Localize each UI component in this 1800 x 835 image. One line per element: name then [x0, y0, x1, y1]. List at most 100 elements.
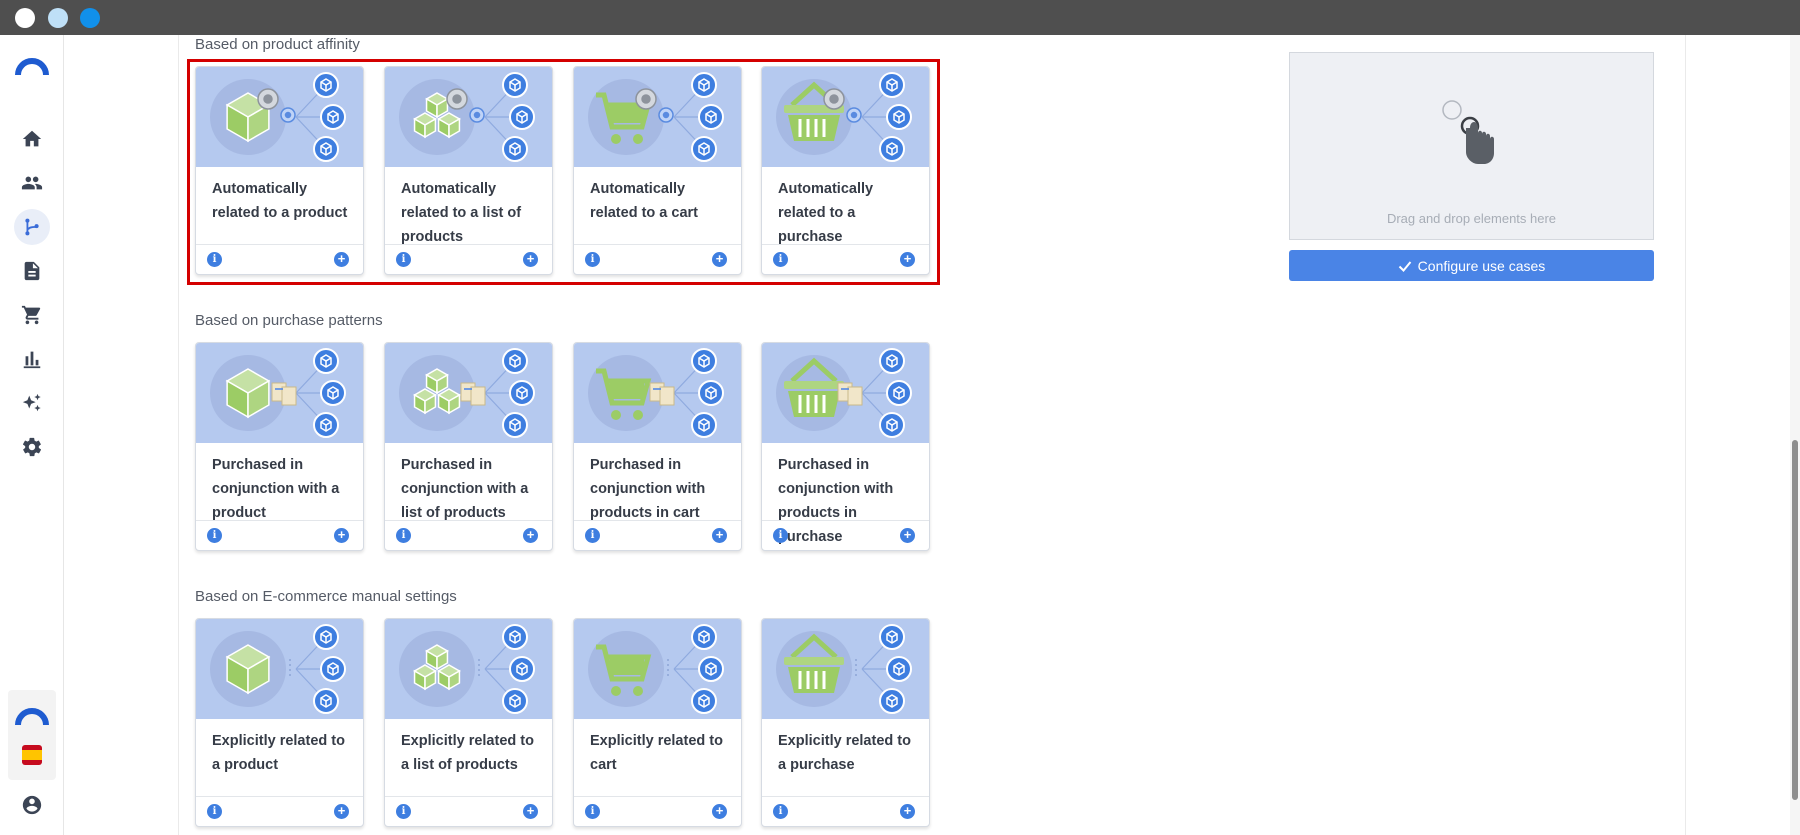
add-icon[interactable]: +	[334, 528, 349, 543]
add-icon[interactable]: +	[523, 804, 538, 819]
card-illustration	[399, 624, 535, 714]
configure-button-label: Configure use cases	[1417, 257, 1546, 274]
card-image	[196, 619, 363, 719]
cube-node-icon	[886, 656, 912, 682]
sidebar-bottom-panel	[8, 690, 56, 780]
card-illustration	[399, 348, 535, 438]
bar-chart-icon	[23, 351, 41, 369]
use-case-card[interactable]: Purchased in conjunction with products i…	[573, 342, 742, 551]
card-illustration	[776, 348, 912, 438]
info-icon[interactable]: i	[207, 528, 222, 543]
cube-node-icon	[509, 656, 535, 682]
card-footer: i +	[385, 520, 552, 550]
cube-node-icon	[313, 412, 339, 438]
cube-node-icon	[879, 412, 905, 438]
people-icon	[21, 176, 43, 190]
sidebar-item-analytics[interactable]	[14, 341, 50, 377]
add-icon[interactable]: +	[334, 804, 349, 819]
cube-node-icon	[691, 412, 717, 438]
card-illustration	[588, 348, 724, 438]
card-title: Purchased in conjunction with a list of …	[401, 457, 529, 521]
cube-node-icon	[320, 656, 346, 682]
scrollbar-thumb[interactable]	[1792, 440, 1798, 800]
card-title: Explicitly related to a product	[212, 733, 345, 773]
cube-node-icon	[691, 624, 717, 650]
branch-icon	[25, 218, 39, 236]
add-icon[interactable]: +	[712, 804, 727, 819]
sidebar-item-home[interactable]	[14, 121, 50, 157]
cube-node-icon	[313, 688, 339, 714]
sidebar-item-ai[interactable]	[14, 385, 50, 421]
cube-node-icon	[313, 348, 339, 374]
card-image	[574, 343, 741, 443]
card-image	[385, 343, 552, 443]
highlight-box	[187, 59, 940, 285]
card-illustration	[210, 624, 346, 714]
gear-icon	[22, 437, 42, 457]
language-flag-es-icon[interactable]	[22, 745, 42, 765]
cart-icon	[21, 305, 41, 325]
info-icon[interactable]: i	[773, 528, 788, 543]
cube-node-icon	[879, 624, 905, 650]
card-illustration	[588, 624, 724, 714]
cube-node-icon	[502, 624, 528, 650]
info-icon[interactable]: i	[585, 804, 600, 819]
card-title: Explicitly related to cart	[590, 733, 723, 773]
cube-node-icon	[879, 348, 905, 374]
card-footer: i +	[762, 796, 929, 826]
card-footer: i +	[385, 796, 552, 826]
card-title: Explicitly related to a list of products	[401, 733, 534, 773]
sidebar-item-contacts[interactable]	[14, 165, 50, 201]
card-image	[762, 619, 929, 719]
cube-node-icon	[698, 656, 724, 682]
section-title: Based on E-commerce manual settings	[195, 588, 457, 605]
card-title: Purchased in conjunction with a product	[212, 457, 340, 521]
info-icon[interactable]: i	[396, 804, 411, 819]
card-illustration	[776, 624, 912, 714]
sparkle-icon	[22, 393, 41, 412]
add-icon[interactable]: +	[900, 804, 915, 819]
check-icon	[1398, 260, 1411, 272]
sidebar-item-ecommerce[interactable]	[14, 297, 50, 333]
cube-node-icon	[502, 412, 528, 438]
use-case-card[interactable]: Explicitly related to cart i +	[573, 618, 742, 827]
use-case-card[interactable]: Explicitly related to a list of products…	[384, 618, 553, 827]
use-case-card[interactable]: Purchased in conjunction with a product …	[195, 342, 364, 551]
info-icon[interactable]: i	[773, 804, 788, 819]
use-case-card[interactable]: Purchased in conjunction with a list of …	[384, 342, 553, 551]
dropzone[interactable]: Drag and drop elements here	[1289, 52, 1654, 240]
use-case-card[interactable]: Explicitly related to a product i +	[195, 618, 364, 827]
section-title: Based on purchase patterns	[195, 312, 383, 329]
sidebar-item-profile[interactable]	[14, 787, 50, 823]
use-case-card[interactable]: Explicitly related to a purchase i +	[761, 618, 930, 827]
card-image	[385, 619, 552, 719]
window-maximize-button[interactable]	[80, 8, 100, 28]
card-illustration	[210, 348, 346, 438]
add-icon[interactable]: +	[523, 528, 538, 543]
app-logo[interactable]	[14, 55, 50, 77]
add-icon[interactable]: +	[900, 528, 915, 543]
brand-logo-icon[interactable]	[14, 705, 50, 727]
configure-use-cases-button[interactable]: Configure use cases	[1289, 250, 1654, 281]
card-image	[574, 619, 741, 719]
window-minimize-button[interactable]	[48, 8, 68, 28]
info-icon[interactable]: i	[585, 528, 600, 543]
sidebar-item-documents[interactable]	[14, 253, 50, 289]
dropzone-text: Drag and drop elements here	[1386, 211, 1557, 226]
cube-node-icon	[698, 380, 724, 406]
cube-node-icon	[509, 380, 535, 406]
cube-node-icon	[879, 688, 905, 714]
info-icon[interactable]: i	[207, 804, 222, 819]
card-title: Explicitly related to a purchase	[778, 733, 911, 773]
sidebar-item-flows[interactable]	[14, 209, 50, 245]
document-icon	[24, 261, 40, 281]
sidebar	[0, 35, 64, 835]
hand-pointer-icon	[1442, 100, 1494, 164]
card-image	[196, 343, 363, 443]
use-case-card[interactable]: Purchased in conjunction with products i…	[761, 342, 930, 551]
window-close-button[interactable]	[15, 8, 35, 28]
sidebar-item-settings[interactable]	[14, 429, 50, 465]
info-icon[interactable]: i	[396, 528, 411, 543]
add-icon[interactable]: +	[712, 528, 727, 543]
cube-node-icon	[313, 624, 339, 650]
